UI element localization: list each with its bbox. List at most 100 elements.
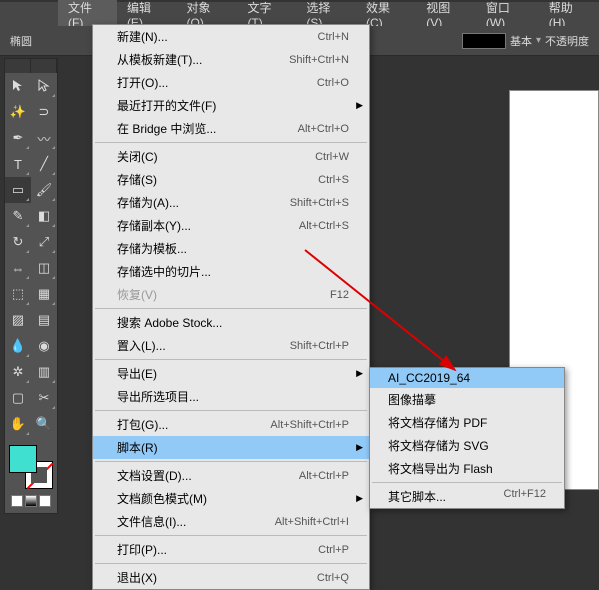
menu-item-shortcut: Shift+Ctrl+N [289, 54, 349, 66]
menu-item-label: 新建(N)... [117, 28, 168, 45]
zoom-tool[interactable]: 🔍 [31, 411, 57, 437]
file-menu-item[interactable]: 文档颜色模式(M)▶ [93, 487, 369, 510]
blend-tool[interactable]: ◉ [31, 333, 57, 359]
magic-wand-tool[interactable]: ✨ [5, 99, 31, 125]
line-tool[interactable]: ╱ [31, 151, 57, 177]
file-menu-item[interactable]: 文件信息(I)...Alt+Shift+Ctrl+I [93, 510, 369, 533]
slice-tool[interactable]: ✂ [31, 385, 57, 411]
rotate-tool[interactable]: ↻ [5, 229, 31, 255]
width-tool[interactable]: ⇔ [5, 255, 31, 281]
eyedropper-tool[interactable]: 💧 [5, 333, 31, 359]
menu-item-shortcut: Alt+Ctrl+O [298, 123, 349, 135]
menu-item-label: 导出(E) [117, 365, 157, 382]
shape-builder-tool[interactable]: ⬚ [5, 281, 31, 307]
stroke-style-label: 基本 [510, 33, 532, 49]
menu-item-shortcut: Alt+Shift+Ctrl+P [270, 419, 349, 431]
scripts-menu-item[interactable]: AI_CC2019_64 [370, 368, 564, 388]
file-menu-item[interactable]: 打开(O)...Ctrl+O [93, 71, 369, 94]
eraser-tool[interactable]: ◧ [31, 203, 57, 229]
menu-item-label: 搜索 Adobe Stock... [117, 314, 222, 331]
file-menu-dropdown: 新建(N)... Ctrl+N 从模板新建(T)... Shift+Ctrl+N 打开(… [92, 24, 370, 590]
file-menu-item[interactable]: 导出所选项目... [93, 385, 369, 408]
menu-item-label: 从模板新建(T)... [117, 51, 202, 68]
file-menu-item[interactable]: 存储为模板... [93, 237, 369, 260]
file-menu-item[interactable]: 脚本(R)▶ [93, 436, 369, 459]
file-menu-item[interactable]: 存储为(A)...Shift+Ctrl+S [93, 191, 369, 214]
scripts-menu-item[interactable]: 图像描摹 [370, 388, 564, 411]
menu-item-shortcut: Ctrl+S [318, 174, 349, 186]
menubar: 文件(F) 编辑(E) 对象(O) 文字(T) 选择(S) 效果(C) 视图(V… [0, 2, 599, 26]
file-menu-item[interactable]: 导出(E) ▶ [93, 362, 369, 385]
file-menu-item[interactable]: 置入(L)... Shift+Ctrl+P [93, 334, 369, 357]
menu-item-shortcut: Ctrl+N [318, 31, 349, 43]
stroke-style-swatch[interactable] [462, 33, 506, 49]
pen-tool[interactable]: ✒ [5, 125, 31, 151]
gradient-tool[interactable]: ▤ [31, 307, 57, 333]
shape-label: 椭圆 [10, 33, 32, 49]
file-menu-item[interactable]: 存储选中的切片... [93, 260, 369, 283]
file-menu-item[interactable]: 存储副本(Y)...Alt+Ctrl+S [93, 214, 369, 237]
file-menu-item[interactable]: 退出(X)Ctrl+Q [93, 566, 369, 589]
mesh-tool[interactable]: ▨ [5, 307, 31, 333]
lasso-tool[interactable]: ⊃ [31, 99, 57, 125]
hand-tool[interactable]: ✋ [5, 411, 31, 437]
menu-item-label: 打包(G)... [117, 416, 168, 433]
file-menu-item[interactable]: 关闭(C)Ctrl+W [93, 145, 369, 168]
file-menu-item[interactable]: 最近打开的文件(F)▶ [93, 94, 369, 117]
menu-item-label: 文档设置(D)... [117, 467, 192, 484]
selection-tool[interactable] [5, 73, 31, 99]
color-swatches [5, 437, 57, 513]
shaper-tool[interactable]: ✎ [5, 203, 31, 229]
menu-item-label: 导出所选项目... [117, 388, 199, 405]
file-menu-item[interactable]: 打印(P)...Ctrl+P [93, 538, 369, 561]
menu-separator [95, 535, 367, 536]
scale-tool[interactable]: ⤢ [31, 229, 57, 255]
artboard-tool[interactable]: ▢ [5, 385, 31, 411]
menu-item-label: 打开(O)... [117, 74, 168, 91]
rectangle-tool[interactable]: ▭ [5, 177, 31, 203]
menu-item-shortcut: Ctrl+W [315, 151, 349, 163]
menu-item-label: 将文档存储为 PDF [388, 414, 487, 431]
menu-separator [95, 461, 367, 462]
menu-item-label: 文件信息(I)... [117, 513, 186, 530]
color-mode-none[interactable] [39, 495, 51, 507]
opacity-label: 不透明度 [545, 33, 589, 49]
menu-separator [95, 142, 367, 143]
file-menu-item[interactable]: 从模板新建(T)... Shift+Ctrl+N [93, 48, 369, 71]
scripts-menu-item[interactable]: 将文档存储为 PDF [370, 411, 564, 434]
file-menu-item[interactable]: 打包(G)... Alt+Shift+Ctrl+P [93, 413, 369, 436]
menu-item-shortcut: Alt+Ctrl+P [299, 470, 349, 482]
menu-item-shortcut: Shift+Ctrl+P [290, 340, 349, 352]
file-menu-item[interactable]: 搜索 Adobe Stock... [93, 311, 369, 334]
free-transform-tool[interactable]: ◫ [31, 255, 57, 281]
menu-item-label: 存储为(A)... [117, 194, 179, 211]
menu-item-label: 置入(L)... [117, 337, 166, 354]
color-mode-gradient[interactable] [25, 495, 37, 507]
menu-item-label: 将文档存储为 SVG [388, 437, 489, 454]
dropdown-icon[interactable]: ▾ [536, 35, 541, 46]
scripts-menu-item[interactable]: 其它脚本...Ctrl+F12 [370, 485, 564, 508]
menu-item-label: 文档颜色模式(M) [117, 490, 207, 507]
menu-item-label: AI_CC2019_64 [388, 371, 470, 385]
perspective-grid-tool[interactable]: ▦ [31, 281, 57, 307]
submenu-arrow-icon: ▶ [356, 368, 363, 379]
file-menu-item[interactable]: 恢复(V)F12 [93, 283, 369, 306]
column-graph-tool[interactable]: ▥ [31, 359, 57, 385]
menu-item-label: 存储副本(Y)... [117, 217, 191, 234]
symbol-sprayer-tool[interactable]: ✲ [5, 359, 31, 385]
file-menu-item[interactable]: 在 Bridge 中浏览...Alt+Ctrl+O [93, 117, 369, 140]
fill-color[interactable] [9, 445, 37, 473]
direct-selection-tool[interactable] [31, 73, 57, 99]
tools-panel-grip[interactable] [5, 59, 57, 73]
file-menu-item[interactable]: 新建(N)... Ctrl+N [93, 25, 369, 48]
color-mode-normal[interactable] [11, 495, 23, 507]
paintbrush-tool[interactable]: 🖌 [31, 177, 57, 203]
menu-item-label: 其它脚本... [388, 488, 446, 505]
scripts-submenu: AI_CC2019_64 图像描摹将文档存储为 PDF 将文档存储为 SVG 将文档导… [369, 367, 565, 509]
curvature-tool[interactable]: 〰 [31, 125, 57, 151]
type-tool[interactable]: T [5, 151, 31, 177]
scripts-menu-item[interactable]: 将文档导出为 Flash [370, 457, 564, 480]
scripts-menu-item[interactable]: 将文档存储为 SVG [370, 434, 564, 457]
file-menu-item[interactable]: 文档设置(D)... Alt+Ctrl+P [93, 464, 369, 487]
file-menu-item[interactable]: 存储(S)Ctrl+S [93, 168, 369, 191]
